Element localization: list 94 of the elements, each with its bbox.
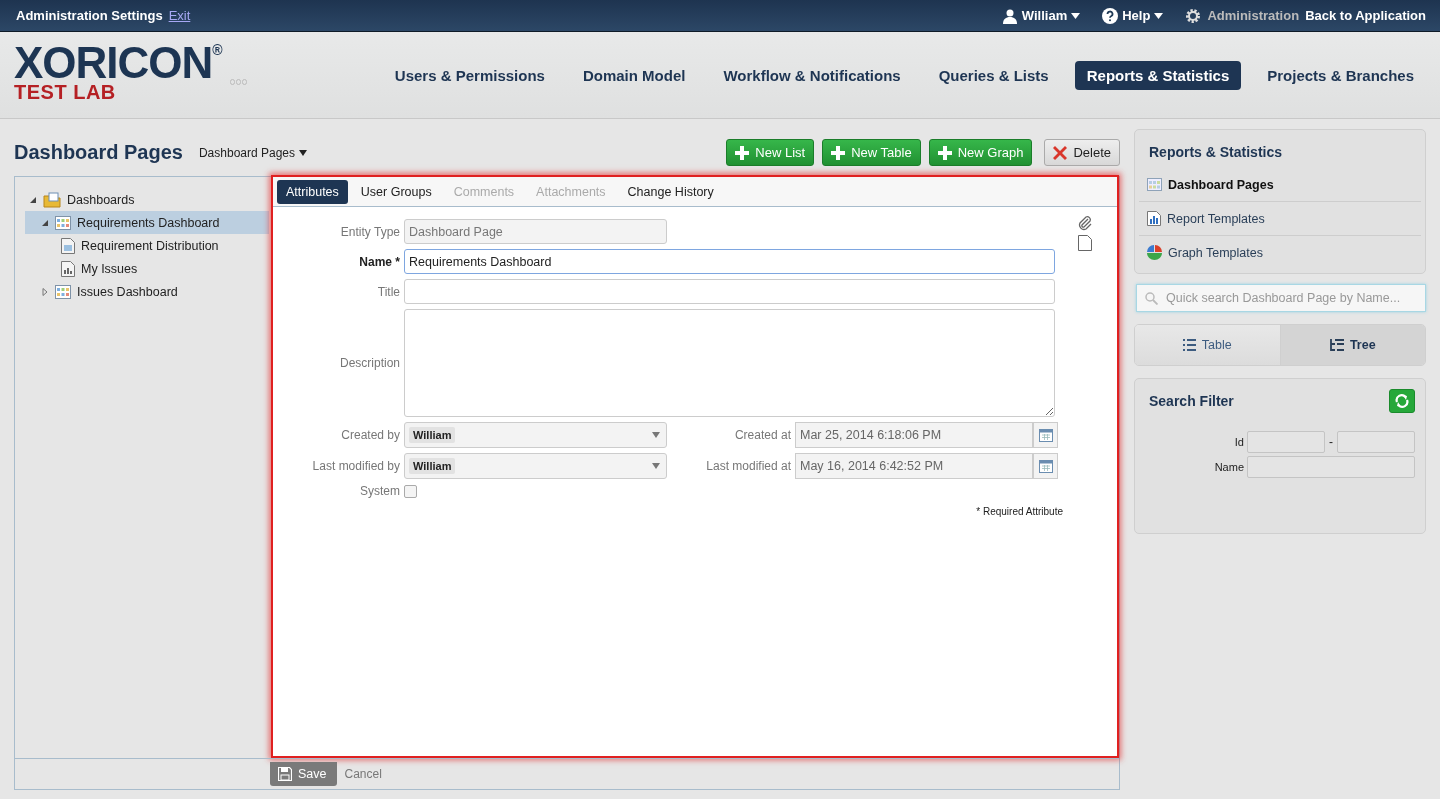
nav-tab[interactable]: Reports & Statistics [1074,61,1242,90]
sidebar-item[interactable]: Graph Templates [1139,235,1421,269]
required-note: * Required Attribute [975,506,1063,517]
field-label: Last modified by [311,459,400,473]
sidebar-item[interactable]: Report Templates [1139,201,1421,235]
description-field[interactable] [404,309,1055,417]
range-separator: - [1328,435,1334,449]
view-toggle[interactable]: Table [1135,325,1280,365]
user-select[interactable]: William [404,422,667,448]
sidebar-title: Reports & Statistics [1148,143,1284,162]
caret-icon [1154,12,1164,19]
bar-document-icon [61,260,75,277]
nav-tab[interactable]: Domain Model [570,61,698,90]
id-label: Id [1233,436,1245,448]
plus-icon [735,145,750,160]
id-from-field[interactable] [1247,431,1325,453]
document-icon[interactable] [1078,235,1092,251]
field-label: System [359,484,400,498]
admin-settings-title: Administration Settings [16,8,163,23]
dashboard-icon [55,284,71,299]
dashboard-icon [1147,178,1162,191]
search-filter-title: Search Filter [1149,393,1234,409]
tree-item[interactable]: My Issues [25,257,269,280]
plus-icon [831,145,846,160]
tree-item[interactable]: Dashboards [25,188,269,211]
caret-icon [1071,12,1081,19]
nav-tab[interactable]: Queries & Lists [926,61,1061,90]
caret-icon [299,149,308,156]
page-dropdown[interactable]: Dashboard Pages [198,145,308,160]
caret-icon [652,463,660,469]
text-field[interactable]: Requirements Dashboard [404,249,1055,274]
tree-item[interactable]: Requirement Distribution [25,234,269,257]
list-icon [1182,339,1196,351]
gear-icon [1185,7,1202,24]
calendar-button[interactable] [1033,453,1058,479]
expand-toggle-icon[interactable] [41,287,49,296]
date-field: Mar 25, 2014 6:18:06 PM [795,422,1033,448]
user-select[interactable]: William [404,453,667,479]
expand-toggle-icon[interactable] [41,218,49,227]
page-title: Dashboard Pages [14,141,183,164]
bar-chart-document-icon [1147,211,1161,226]
logo-subtitle: TEST LAB [14,83,117,101]
dots-icon [229,79,248,85]
field-label: Title [376,284,400,299]
text-field[interactable] [404,279,1055,304]
field-label: Last modified at [705,459,791,473]
field-label: Description [338,356,400,370]
field-label: Created at [733,428,791,442]
tree-icon [1329,338,1344,352]
exit-link[interactable]: Exit [168,8,191,23]
help-menu[interactable]: Help [1102,7,1164,24]
form-tab[interactable]: User Groups [351,179,441,204]
view-toggle[interactable]: Tree [1279,325,1425,365]
plus-icon [937,145,952,160]
tree-item[interactable]: Issues Dashboard [25,280,269,303]
cancel-link[interactable]: Cancel [344,767,382,781]
expand-toggle-icon[interactable] [29,195,37,204]
tree-item[interactable]: Requirements Dashboard [25,211,269,234]
refresh-button[interactable] [1389,389,1415,413]
nav-tab[interactable]: Projects & Branches [1255,61,1426,90]
search-field[interactable]: Quick search Dashboard Page by Name... [1136,284,1426,312]
nav-tab[interactable]: Workflow & Notifications [711,61,913,90]
search-icon [1145,291,1158,305]
user-menu[interactable]: William [1001,7,1081,24]
chart-document-icon [61,237,75,254]
save-button[interactable]: Save [270,762,337,786]
back-to-application-link[interactable]: Back to Application [1305,8,1426,23]
date-field: May 16, 2014 6:42:52 PM [795,453,1033,479]
pie-chart-icon [1147,245,1162,260]
x-icon [1053,145,1068,160]
form-tab[interactable]: Attributes [277,179,348,204]
form-tab[interactable]: Change History [618,179,723,204]
system-checkbox[interactable] [404,484,417,498]
delete-button[interactable]: Delete [1044,139,1120,166]
caret-icon [652,432,660,438]
dashboard-icon [55,215,71,230]
refresh-icon [1394,393,1410,409]
id-to-field[interactable] [1337,431,1415,453]
paperclip-icon[interactable] [1077,215,1093,231]
calendar-icon [1038,428,1053,442]
logo-wordmark: XORICON$^{®}$ [14,43,222,83]
folder-icon [43,191,61,208]
calendar-icon [1038,459,1053,473]
administration-label: Administration [1207,8,1300,23]
field-label: Created by [340,428,400,442]
name-field[interactable] [1247,456,1415,478]
field-label: Entity Type [339,224,400,239]
field-label: Name * [358,254,400,269]
calendar-button[interactable] [1033,422,1058,448]
nav-tab[interactable]: Users & Permissions [382,61,557,90]
name-label: Name [1213,461,1245,473]
sidebar-item[interactable]: Dashboard Pages [1139,168,1421,201]
help-icon [1102,7,1119,24]
user-icon [1001,7,1018,24]
